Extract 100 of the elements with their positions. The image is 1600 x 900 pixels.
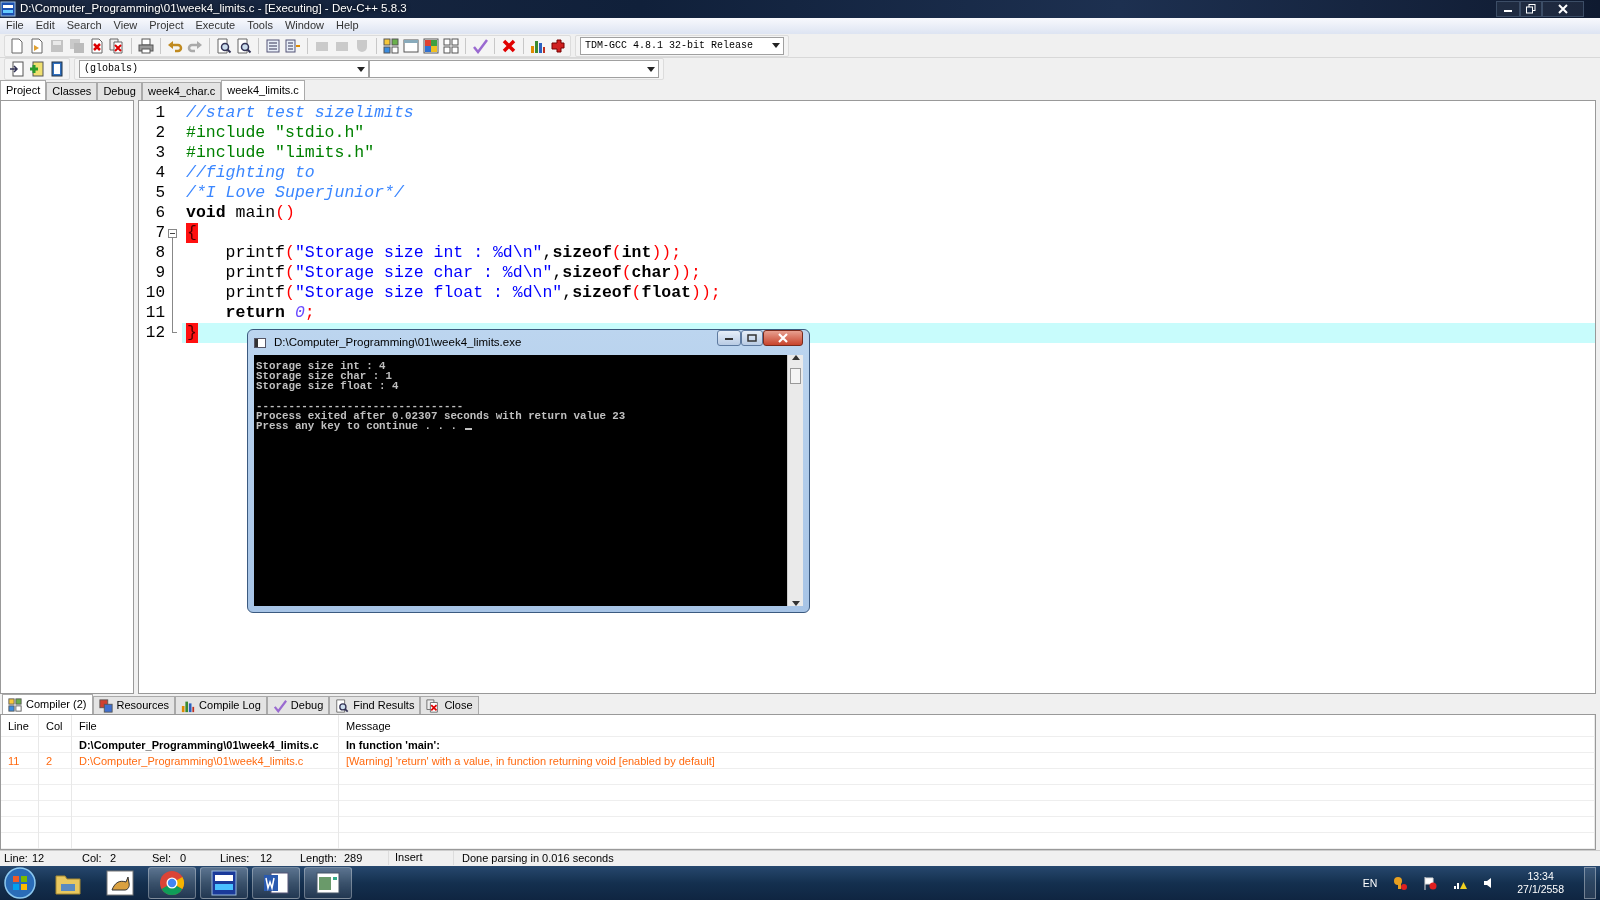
table-cell: In function 'main': [339, 737, 1595, 753]
minimize-button[interactable] [1496, 1, 1520, 17]
clock[interactable]: 13:34 27/1/2558 [1517, 870, 1564, 896]
unindent-icon[interactable] [285, 37, 301, 54]
flag-icon[interactable] [1423, 876, 1438, 890]
line-number: 5 [154, 183, 165, 203]
panel-tab[interactable]: Classes [46, 82, 98, 100]
fold-toggle-icon[interactable] [168, 229, 177, 238]
restore-button[interactable] [1520, 1, 1542, 17]
new-file-icon[interactable] [9, 37, 25, 54]
code-line: printf("Storage size int : %d\n",sizeof(int)); [224, 243, 683, 263]
ide-icon [210, 870, 238, 896]
menu-item[interactable]: Execute [189, 19, 242, 33]
maximize-button[interactable] [741, 330, 763, 346]
replace-icon[interactable] [236, 37, 252, 54]
menu-item[interactable]: Edit [29, 19, 61, 33]
indent-icon[interactable] [265, 37, 281, 54]
status-label: Line: [3, 851, 29, 866]
code-line: printf("Storage size char : %d\n",sizeof(char)); [224, 263, 702, 283]
console-line: -------------------------------- [256, 401, 464, 411]
menu-item[interactable]: Search [60, 19, 108, 33]
panel-tab[interactable]: Compiler (2) [2, 694, 93, 714]
console-line: Storage size float : 4 [256, 381, 399, 391]
code-line: #include "limits.h" [185, 143, 376, 163]
code-line: /*I Love Superjunior*/ [185, 183, 405, 203]
find-icon[interactable] [216, 37, 232, 54]
compile-icon[interactable] [383, 37, 399, 54]
ide-button[interactable] [200, 867, 248, 899]
window-title: D:\Computer_Programming\01\week4_limits.exe [274, 335, 523, 350]
code-line: //start test sizelimits [185, 103, 415, 123]
window-title: D:\Computer_Programming\01\week4_limits.c - [Executing] - Dev-C++ 5.8.3 [20, 2, 408, 16]
column-header[interactable]: Col [39, 715, 72, 737]
panel-tab[interactable]: Debug [266, 696, 330, 714]
scroll-up-icon[interactable] [791, 355, 800, 360]
speaker-icon[interactable] [1483, 876, 1494, 890]
close-button[interactable] [763, 330, 803, 346]
scope-dropdown[interactable]: (globals) [79, 60, 369, 78]
panel-tab[interactable]: Find Results [329, 696, 421, 714]
line-number: 7 [154, 223, 165, 243]
open-file-icon[interactable] [29, 37, 45, 54]
word-processor-button[interactable] [252, 867, 300, 899]
window-app-button[interactable] [304, 867, 352, 899]
table-cell: D:\Computer_Programming\01\week4_limits.c [72, 737, 339, 753]
compile-run-icon[interactable] [423, 37, 439, 54]
compiler-dropdown[interactable]: TDM-GCC 4.8.1 32-bit Release [580, 36, 784, 55]
file-tab[interactable]: week4_limits.c [221, 80, 305, 100]
cat-icon [106, 870, 134, 896]
close-all-icon[interactable] [109, 37, 125, 54]
line-number: 10 [144, 283, 165, 303]
caret-icon [357, 66, 365, 72]
member-dropdown[interactable] [369, 60, 659, 78]
minimize-icon [724, 335, 734, 341]
line-number: 8 [154, 243, 165, 263]
panel-tab[interactable]: Resources [92, 696, 176, 714]
column-header[interactable]: Message [339, 715, 1595, 737]
rebuild-icon[interactable] [443, 37, 459, 54]
browser-button[interactable] [148, 867, 196, 899]
status-mode: Insert [394, 851, 423, 865]
language-indicator[interactable]: EN [1362, 876, 1378, 890]
scroll-down-icon[interactable] [791, 601, 800, 606]
scrollbar[interactable] [787, 355, 803, 606]
panel-tab[interactable]: Project [0, 80, 47, 100]
status-value: 2 [110, 851, 117, 866]
minimize-button[interactable] [717, 330, 741, 346]
matched-brace: { [186, 223, 198, 243]
show-desktop-button[interactable] [1584, 867, 1596, 899]
file-tab[interactable]: week4_char.c [142, 82, 222, 100]
menu-item[interactable]: Window [278, 19, 331, 33]
panel-tab[interactable]: Close [420, 696, 479, 714]
keys-icon[interactable] [1393, 876, 1408, 890]
panel-tab[interactable]: Compile Log [175, 696, 267, 714]
import-icon[interactable] [9, 61, 25, 77]
close-button[interactable] [1542, 1, 1584, 17]
menu-item[interactable]: Help [330, 19, 365, 33]
code-line: return 0; [224, 303, 316, 323]
caret-icon [647, 66, 655, 72]
close-icon [778, 333, 788, 343]
check-icon[interactable] [472, 37, 488, 54]
column-header[interactable]: Line [1, 715, 39, 737]
menu-item[interactable]: View [107, 19, 144, 33]
console-line: Process exited after 0.02307 seconds with return value 23 [256, 411, 626, 421]
browser-icon [158, 870, 186, 896]
panel-tab[interactable]: Debug [97, 82, 142, 100]
column-header[interactable]: File [72, 715, 339, 737]
menu-item[interactable]: File [0, 19, 30, 33]
debug-icon[interactable] [550, 37, 566, 54]
scroll-thumb[interactable] [790, 368, 801, 384]
console-icon [254, 337, 266, 348]
close-file-icon[interactable] [89, 37, 105, 54]
line-number: 11 [144, 303, 165, 323]
book-icon[interactable] [49, 61, 65, 77]
status-message: Done parsing in 0.016 seconds [462, 851, 614, 866]
windows-icon [98, 698, 113, 713]
menu-item[interactable]: Tools [241, 19, 279, 33]
matched-brace: } [186, 323, 198, 343]
stop-icon[interactable] [501, 37, 517, 54]
restore-icon [1526, 4, 1536, 14]
menu-item[interactable]: Project [143, 19, 190, 33]
print-icon[interactable] [138, 37, 154, 54]
app-icon [0, 1, 16, 17]
